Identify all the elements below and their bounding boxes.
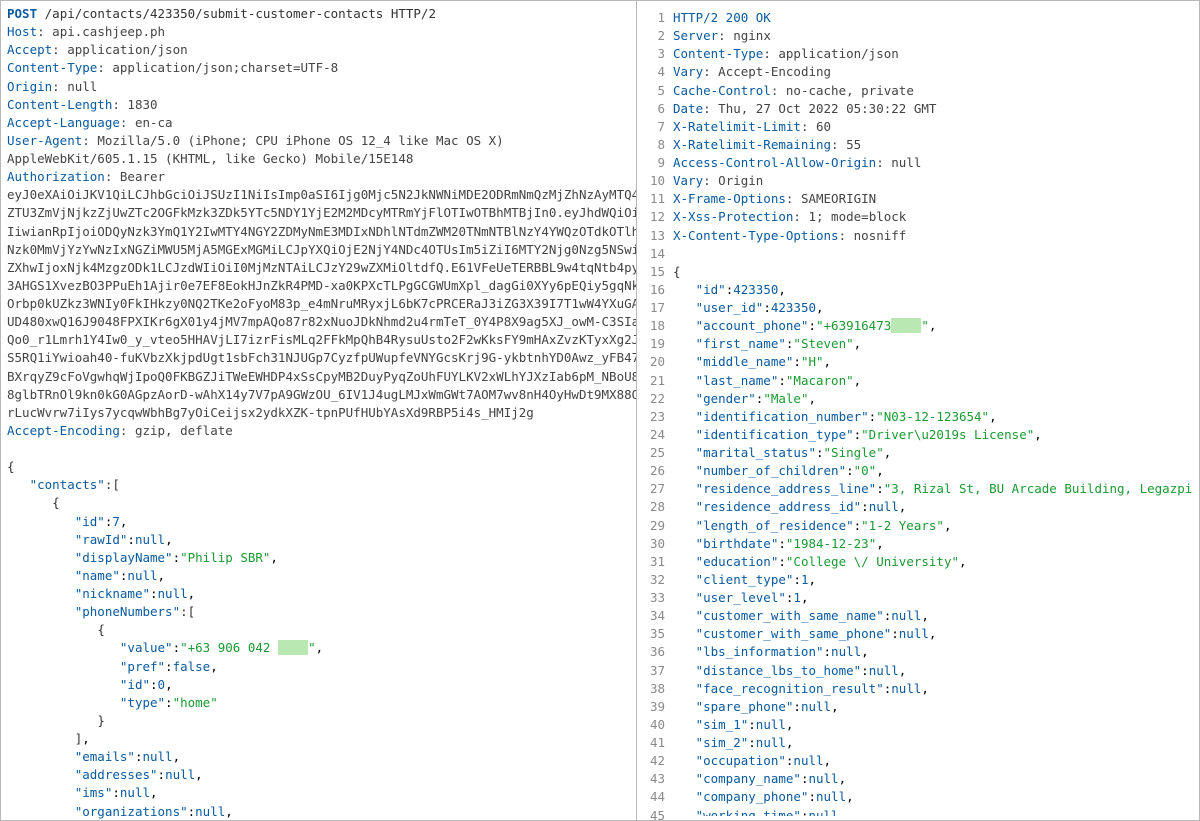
response-pane[interactable]: 1 2 3 4 5 6 7 8 9 10 11 12 13 14 15 16 1… <box>637 1 1199 820</box>
line-number-gutter: 1 2 3 4 5 6 7 8 9 10 11 12 13 14 15 16 1… <box>643 5 671 816</box>
response-content[interactable]: HTTP/2 200 OK Server: nginx Content-Type… <box>671 5 1193 816</box>
http-inspector-split-view: POST /api/contacts/423350/submit-custome… <box>1 1 1199 820</box>
request-pane[interactable]: POST /api/contacts/423350/submit-custome… <box>1 1 637 820</box>
